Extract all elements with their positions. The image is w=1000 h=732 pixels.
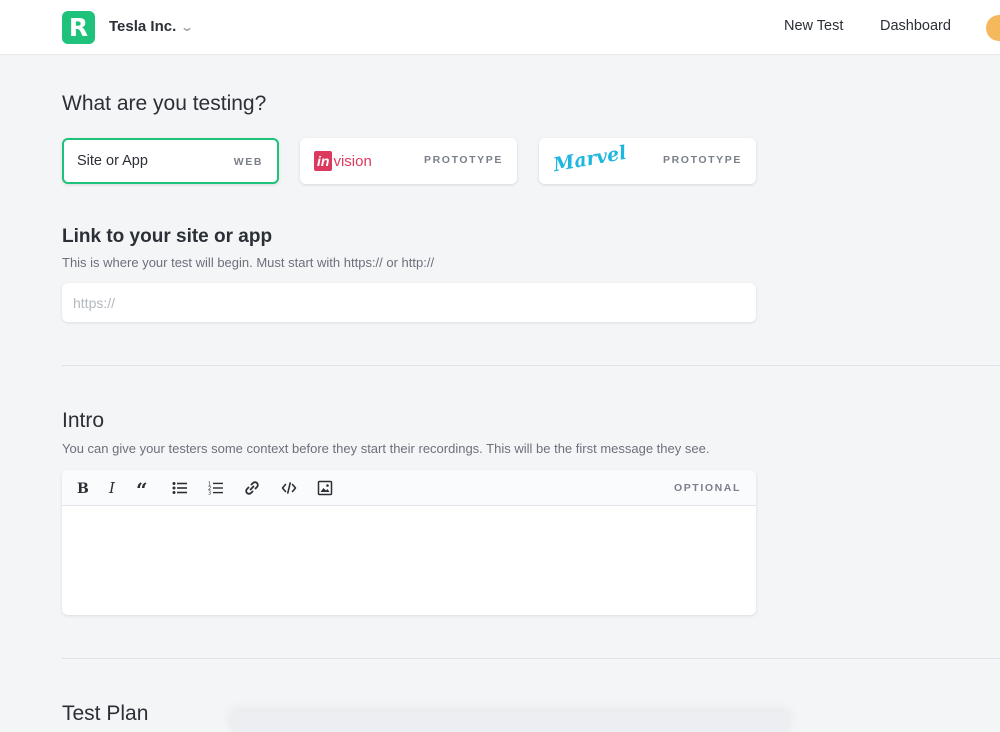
top-bar: R Tesla Inc. ⌄ New Test Dashboard (0, 0, 1000, 55)
avatar[interactable] (986, 15, 1000, 41)
invision-logo: in vision (314, 150, 372, 172)
svg-text:3: 3 (208, 490, 211, 496)
divider (62, 365, 1000, 366)
org-name: Tesla Inc. (109, 18, 177, 35)
nav-new-test[interactable]: New Test (784, 18, 843, 34)
option-site-or-app[interactable]: Site or App WEB (62, 138, 279, 184)
app-logo[interactable]: R (62, 11, 95, 44)
test-plan-title: Test Plan (62, 702, 149, 725)
link-icon[interactable] (241, 478, 263, 498)
link-subtitle: This is where your test will begin. Must… (62, 255, 435, 270)
option-tag: PROTOTYPE (663, 154, 742, 166)
testing-title: What are you testing? (62, 92, 267, 115)
marvel-logo: Marvel (551, 141, 629, 177)
bold-icon[interactable]: B (71, 478, 93, 498)
image-icon[interactable] (314, 478, 336, 498)
svg-text:“: “ (136, 481, 148, 495)
intro-textarea[interactable] (62, 506, 756, 615)
code-icon[interactable] (278, 478, 300, 498)
option-tag: WEB (233, 156, 263, 168)
option-invision[interactable]: in vision PROTOTYPE (300, 138, 517, 184)
italic-icon[interactable]: I (102, 478, 124, 498)
optional-label: OPTIONAL (673, 482, 741, 494)
link-title: Link to your site or app (62, 226, 273, 247)
org-switcher[interactable]: Tesla Inc. ⌄ (109, 18, 195, 35)
svg-text:I: I (108, 481, 116, 495)
divider (62, 658, 1000, 659)
quote-icon[interactable]: “ (133, 478, 155, 498)
intro-editor: B I “ 1 2 3 OPTIONAL (62, 470, 756, 615)
url-input[interactable] (62, 283, 756, 322)
numbered-list-icon[interactable]: 1 2 3 (205, 478, 227, 498)
nav-dashboard[interactable]: Dashboard (880, 18, 951, 34)
chevron-down-icon: ⌄ (180, 19, 195, 34)
intro-title: Intro (62, 409, 105, 432)
option-marvel[interactable]: Marvel PROTOTYPE (539, 138, 756, 184)
option-label: Site or App (77, 153, 148, 169)
svg-text:B: B (77, 481, 89, 495)
intro-subtitle: You can give your testers some context b… (62, 441, 710, 456)
floating-panel-edge (230, 712, 790, 732)
editor-toolbar: B I “ 1 2 3 OPTIONAL (62, 470, 756, 506)
bullet-list-icon[interactable] (169, 478, 191, 498)
option-tag: PROTOTYPE (424, 154, 503, 166)
